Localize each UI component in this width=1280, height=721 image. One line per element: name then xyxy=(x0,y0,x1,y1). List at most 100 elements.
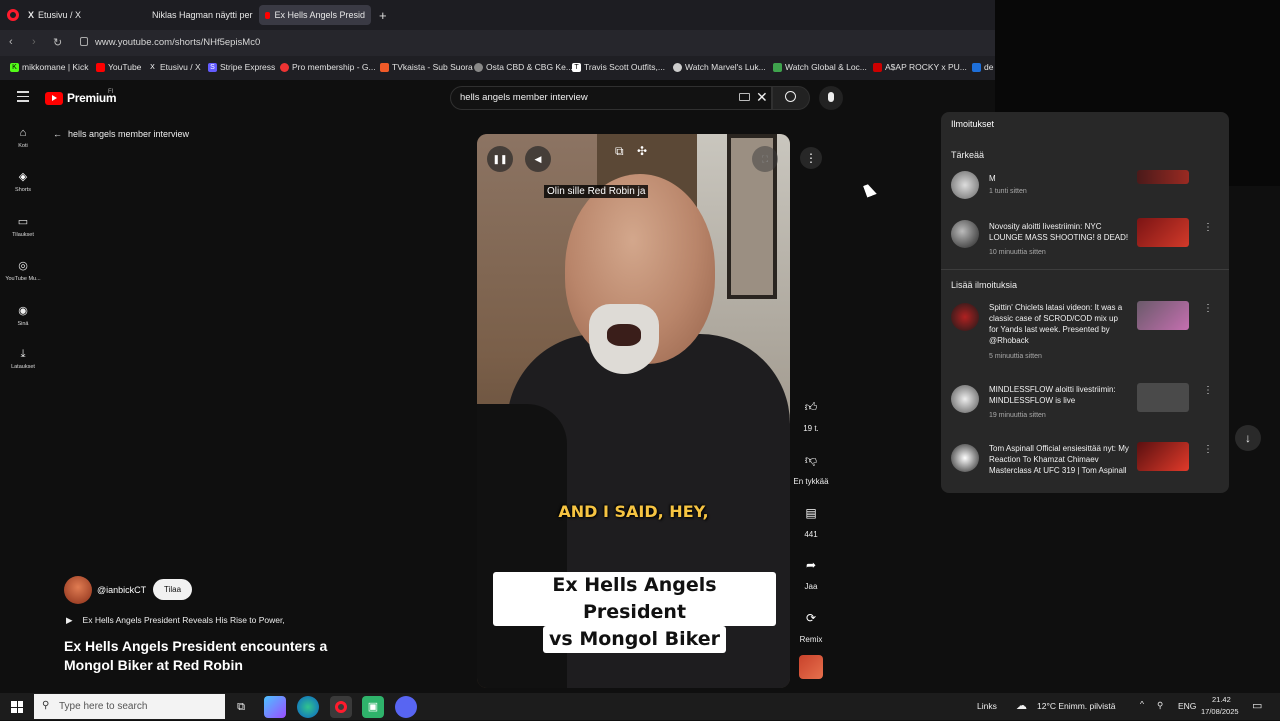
video-title-overlay: Ex Hells Angels President vs Mongol Bike… xyxy=(493,572,776,653)
more-options-icon[interactable]: ⋮ xyxy=(1203,222,1213,233)
subscribe-button[interactable]: Tilaa xyxy=(153,579,192,600)
shorts-video-player[interactable]: ❚❚ ◀ ⧉ ✣ ⛶ Olin sille Red Robin ja AND I… xyxy=(477,134,790,688)
shorts-icon: ◈ xyxy=(18,171,28,183)
channel-name[interactable]: @ianbickCT xyxy=(97,585,146,595)
keyboard-icon[interactable] xyxy=(739,93,750,101)
bookmark-item[interactable]: A$AP ROCKY x PU... xyxy=(873,62,967,72)
clear-search-icon[interactable]: ✕ xyxy=(756,89,768,106)
clock-date[interactable]: 17/08/2025 xyxy=(1201,707,1239,716)
tvkaista-icon xyxy=(380,62,389,72)
voice-search-button[interactable] xyxy=(819,86,843,110)
notification-thumbnail xyxy=(1137,301,1189,330)
nav-label: YouTube Mu... xyxy=(5,276,41,282)
bookmark-item[interactable]: Kmikkomane | Kick xyxy=(10,62,88,72)
youtube-logo[interactable]: Premium xyxy=(45,91,117,105)
clock-time[interactable]: 21.42 xyxy=(1212,695,1231,704)
url-field[interactable]: www.youtube.com/shorts/NHf5episMc0 xyxy=(95,37,260,48)
play-icon xyxy=(773,62,782,72)
remix-button[interactable]: ⟳ Remix xyxy=(789,605,833,644)
scroll-down-button[interactable]: ↓ xyxy=(1235,425,1261,451)
app-green-icon[interactable]: ▣ xyxy=(362,696,384,718)
notification-center-icon[interactable]: ▭ xyxy=(1252,699,1262,712)
fullscreen-button[interactable]: ⛶ xyxy=(752,146,778,172)
video-title: Ex Hells Angels President encounters a M… xyxy=(64,638,328,673)
caption-top: Olin sille Red Robin ja xyxy=(544,185,649,198)
forward-icon[interactable]: › xyxy=(32,36,36,48)
nav-shorts[interactable]: ◈ Shorts xyxy=(0,171,46,193)
expand-icon[interactable]: ✣ xyxy=(637,144,647,158)
nav-youtube-music[interactable]: ◎ YouTube Mu... xyxy=(0,260,46,282)
tab-niklas[interactable]: Niklas Hagman näytti per xyxy=(142,5,256,25)
tab-ex-hells-angels[interactable]: Ex Hells Angels Presid xyxy=(259,5,371,25)
bookmark-item[interactable]: Pro membership - G... xyxy=(280,62,376,72)
puma-icon xyxy=(873,62,882,72)
tab-x[interactable]: X Etusivu / X xyxy=(22,5,132,25)
bookmark-item[interactable]: Osta CBD & CBG Ke... xyxy=(474,62,573,72)
bookmark-item[interactable]: TVkaista - Sub Suora xyxy=(380,62,473,72)
more-options-icon[interactable]: ⋮ xyxy=(1203,303,1213,314)
language-indicator[interactable]: ENG xyxy=(1178,701,1196,711)
reload-icon[interactable]: ↻ xyxy=(53,36,62,49)
nav-downloads[interactable]: ⤓ Lataukset xyxy=(0,348,46,370)
opera-taskbar-icon[interactable] xyxy=(330,696,352,718)
more-options-icon[interactable]: ⋮ xyxy=(1203,385,1213,396)
user-icon: ◉ xyxy=(18,305,28,317)
edge-icon[interactable] xyxy=(297,696,319,718)
bookmark-item[interactable]: Watch Global & Loc... xyxy=(773,62,867,72)
download-icon: ⤓ xyxy=(20,348,26,360)
notifications-header: Ilmoitukset xyxy=(951,119,995,129)
sound-thumbnail[interactable] xyxy=(799,655,823,679)
tab-label: Niklas Hagman näytti per xyxy=(152,10,253,20)
title-overlay-line: Ex Hells Angels President xyxy=(493,572,776,626)
back-label: hells angels member interview xyxy=(68,129,190,139)
notification-time: 5 minuuttia sitten xyxy=(989,353,1042,360)
share-icon: ➦ xyxy=(805,558,817,572)
more-options-button[interactable]: ⋮ xyxy=(800,147,822,169)
avatar[interactable] xyxy=(64,576,92,604)
x-logo-icon: X xyxy=(28,10,35,20)
youtube-icon xyxy=(265,11,271,19)
related-video-link[interactable]: ▶ Ex Hells Angels President Reveals His … xyxy=(66,615,285,626)
search-icon xyxy=(785,91,796,102)
back-to-search[interactable]: ← hells angels member interview xyxy=(53,129,189,139)
search-input[interactable]: hells angels member interview xyxy=(460,92,588,103)
bookmark-item[interactable]: de xyxy=(972,62,993,72)
miniplayer-icon[interactable]: ⧉ xyxy=(615,144,624,159)
volume-button[interactable]: ◀ xyxy=(525,146,551,172)
nav-subscriptions[interactable]: ▭ Tilaukset xyxy=(0,216,46,238)
dislike-label: En tykkää xyxy=(793,477,829,486)
menu-icon[interactable] xyxy=(17,91,29,105)
windows-start-icon[interactable] xyxy=(11,701,23,713)
taskbar-links[interactable]: Links xyxy=(977,701,997,711)
avatar xyxy=(951,171,979,199)
bookmark-item[interactable]: T Travis Scott Outfits,... xyxy=(572,62,665,72)
youtube-icon xyxy=(45,91,63,105)
new-tab-icon[interactable]: + xyxy=(379,8,387,23)
nav-you[interactable]: ◉ Sinä xyxy=(0,305,46,327)
thumbs-up-icon: 👍︎ xyxy=(804,400,818,414)
comments-button[interactable]: ▤ 441 xyxy=(789,500,833,539)
network-icon[interactable]: ⚲ xyxy=(1157,700,1163,711)
task-view-icon[interactable]: ⧉ xyxy=(230,696,252,718)
browser-tab-bar: X Etusivu / X Niklas Hagman näytti per E… xyxy=(0,0,995,30)
like-button[interactable]: 👍︎ 19 t. xyxy=(789,394,833,433)
discord-icon[interactable] xyxy=(395,696,417,718)
bookmark-label: Stripe Express xyxy=(220,62,276,72)
opera-logo-icon[interactable] xyxy=(7,9,19,21)
nav-home[interactable]: ⌂ Koti xyxy=(0,127,46,149)
chevron-up-icon[interactable]: ^ xyxy=(1140,699,1144,709)
back-icon[interactable]: ‹ xyxy=(9,36,13,48)
bookmark-label: mikkomane | Kick xyxy=(22,62,89,72)
share-button[interactable]: ➦ Jaa xyxy=(789,552,833,591)
dislike-button[interactable]: 👎︎ En tykkää xyxy=(789,447,833,486)
bookmark-item[interactable]: S Stripe Express xyxy=(208,62,275,72)
copilot-icon[interactable] xyxy=(264,696,286,718)
pause-button[interactable]: ❚❚ xyxy=(487,146,513,172)
weather-widget[interactable]: 12°C Enimm. pilvistä xyxy=(1037,701,1116,711)
search-button[interactable] xyxy=(772,86,810,110)
bookmark-item[interactable]: YouTube xyxy=(96,62,141,72)
more-options-icon[interactable]: ⋮ xyxy=(1203,444,1213,455)
taskbar-search-input[interactable]: Type here to search xyxy=(34,694,225,719)
bookmark-item[interactable]: X Etusivu / X xyxy=(148,62,200,72)
bookmark-item[interactable]: Watch Marvel's Luk... xyxy=(673,62,766,72)
